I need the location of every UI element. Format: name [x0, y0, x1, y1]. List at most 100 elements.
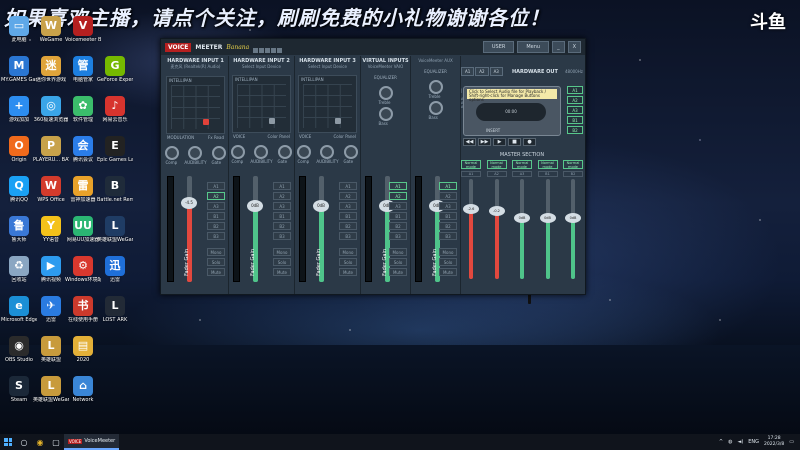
route-button[interactable]: B2	[273, 222, 291, 230]
desktop-icon[interactable]: 书在线使用手册	[65, 296, 101, 323]
tape-control-button[interactable]: ●	[523, 138, 536, 146]
comp-knob[interactable]	[297, 145, 312, 159]
comp-knob[interactable]	[231, 145, 246, 159]
comp-knob[interactable]	[165, 146, 180, 160]
master-fader[interactable]: -0.2	[487, 179, 507, 279]
bass-knob[interactable]	[428, 101, 443, 115]
intellipan-cursor[interactable]	[335, 118, 342, 124]
desktop-icon[interactable]: ✈ 迅雷	[33, 296, 69, 323]
notification-icon[interactable]: ▭	[789, 439, 794, 445]
route-button[interactable]: B3	[273, 232, 291, 240]
desktop-icon[interactable]: PPLAYERU... BATTLEGR...	[33, 136, 69, 163]
desktop-icon[interactable]: BBattle.net Remaster...	[97, 176, 133, 203]
fader-knob[interactable]: -4.5	[181, 197, 197, 209]
route-button[interactable]: Solo	[273, 258, 291, 266]
desktop-icon[interactable]: ♻ 回收站	[1, 256, 37, 283]
route-button[interactable]: Mute	[273, 268, 291, 276]
desktop-icon[interactable]: 会腾讯会议	[65, 136, 101, 163]
route-button[interactable]: B3	[207, 232, 225, 240]
route-button[interactable]: B1	[207, 212, 225, 220]
route-button[interactable]: B2	[439, 222, 457, 230]
route-button[interactable]: Mono	[389, 248, 407, 256]
route-button[interactable]: A2	[273, 192, 291, 200]
master-fader-knob[interactable]: 0dB	[514, 213, 530, 223]
master-fader-knob[interactable]: 0dB	[539, 213, 556, 223]
route-button[interactable]: B3	[439, 232, 457, 240]
taskview-icon[interactable]: ▢	[48, 434, 64, 450]
strip-header[interactable]: HARDWARE INPUT 2 Select Input Device	[229, 56, 294, 69]
a1-select-button[interactable]: A1	[461, 67, 475, 76]
master-fader[interactable]: 0dB	[512, 179, 532, 279]
menu-button[interactable]: Menu	[517, 41, 550, 53]
desktop-icon[interactable]: UU 网易UU加速器	[65, 216, 101, 243]
route-button[interactable]: Solo	[339, 258, 357, 266]
audibility-knob[interactable]	[254, 145, 269, 159]
strip-header[interactable]: VIRTUAL INPUTS VoiceMeeter VAIO	[361, 56, 410, 69]
fader-gain-slider[interactable]: -4.5 Fader Gain	[180, 176, 198, 282]
bus-select-button[interactable]: A1	[567, 86, 583, 94]
desktop-icon[interactable]: L英雄联盟WeGame版	[97, 216, 133, 243]
master-fader-knob[interactable]: -2.6	[463, 204, 479, 214]
bus-select-button[interactable]: A2	[567, 96, 583, 104]
route-button[interactable]: A1	[207, 182, 225, 190]
route-button[interactable]: Mono	[273, 248, 291, 256]
route-button[interactable]: A2	[389, 192, 407, 200]
mode-button[interactable]: Normal mode	[486, 160, 507, 169]
bus-select-button[interactable]: B2	[567, 126, 583, 134]
route-button[interactable]: A2	[207, 192, 225, 200]
gate-knob[interactable]	[211, 146, 226, 160]
gate-knob[interactable]	[277, 145, 292, 159]
bus-select-button[interactable]: A3	[567, 106, 583, 114]
tape-control-button[interactable]: ■	[508, 138, 521, 146]
strip-header[interactable]: VoiceMeeter AUX	[411, 56, 460, 63]
route-button[interactable]: A3	[273, 202, 291, 210]
desktop-icon[interactable]: ◉ OBS Studio	[1, 336, 37, 363]
bass-knob[interactable]	[378, 107, 393, 121]
route-button[interactable]: B2	[339, 222, 357, 230]
route-button[interactable]: B1	[339, 212, 357, 220]
desktop-icon[interactable]: 鲁鲁大师	[1, 216, 37, 243]
route-button[interactable]: A3	[207, 202, 225, 210]
tape-control-button[interactable]: ◀◀	[463, 138, 476, 146]
desktop-icon[interactable]: L 英雄联盟	[33, 336, 69, 363]
desktop-icon[interactable]: ▤ 2020	[65, 336, 101, 363]
network-icon[interactable]: ◍	[728, 439, 732, 445]
desktop-icon[interactable]: e Microsoft Edge	[1, 296, 37, 323]
mode-button[interactable]: Normal mode	[461, 160, 481, 169]
desktop-icon[interactable]: ▭ 此电脑	[1, 16, 37, 43]
search-icon[interactable]: ○	[16, 434, 32, 450]
bus-select-button[interactable]: B1	[567, 116, 583, 124]
desktop-icon[interactable]: L LOST ARK	[97, 296, 133, 323]
desktop-icon[interactable]: ⚙Windows环境配置	[65, 256, 101, 283]
master-fader[interactable]: -2.6	[461, 179, 481, 279]
intellipan-panel[interactable]: INTELLIPAN	[166, 76, 225, 134]
route-button[interactable]: Mute	[389, 268, 407, 276]
start-button[interactable]	[0, 434, 16, 450]
master-fader[interactable]: 0dB	[538, 179, 558, 279]
master-fader-knob[interactable]: 0dB	[565, 213, 581, 223]
route-button[interactable]: A3	[389, 202, 407, 210]
strip-header[interactable]: HARDWARE INPUT 1 麦克风 (Realtek(R) Audio)	[163, 56, 228, 70]
route-button[interactable]: A1	[389, 182, 407, 190]
fader-gain-slider[interactable]: 0dB Fader Gain	[246, 176, 264, 282]
clock[interactable]: 17:28 2022/3/8	[764, 436, 784, 448]
intellipan-panel[interactable]: INTELLIPAN	[298, 75, 357, 133]
route-button[interactable]: Mono	[339, 248, 357, 256]
a2-select-button[interactable]: A2	[475, 67, 489, 76]
desktop-icon[interactable]: ⌂ Network	[65, 376, 101, 403]
route-button[interactable]: Solo	[439, 258, 457, 266]
volume-icon[interactable]: ◄)	[737, 439, 743, 445]
cassette-recorder[interactable]: Click to Select Audio file for Playback …	[463, 86, 561, 136]
route-button[interactable]: A2	[339, 192, 357, 200]
master-fader-knob[interactable]: -0.2	[488, 206, 505, 216]
route-button[interactable]: A3	[439, 202, 457, 210]
desktop-icon[interactable]: 迅迅雷	[97, 256, 133, 283]
treble-knob[interactable]	[378, 86, 393, 100]
route-button[interactable]: A1	[439, 182, 457, 190]
tape-control-button[interactable]: ▶	[493, 138, 506, 146]
desktop-icon[interactable]: ◎ 360极速浏览器	[33, 96, 69, 123]
route-button[interactable]: A1	[339, 182, 357, 190]
desktop-icon[interactable]: W WPS Office	[33, 176, 69, 203]
intellipan-panel[interactable]: INTELLIPAN	[232, 75, 291, 133]
gate-knob[interactable]	[343, 145, 358, 159]
